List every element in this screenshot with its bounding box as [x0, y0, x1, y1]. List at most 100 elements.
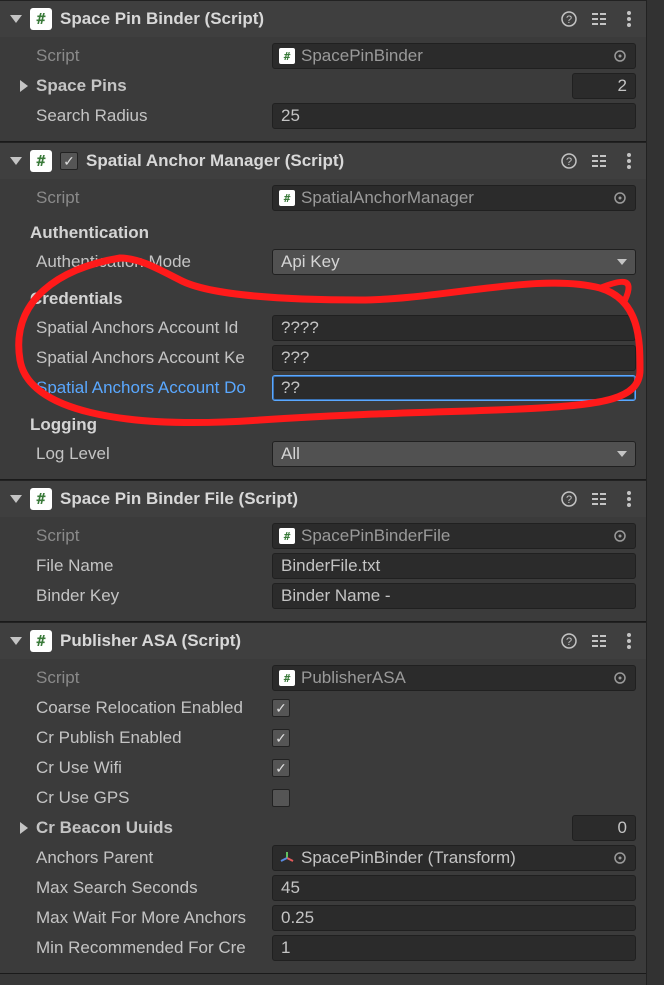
- object-picker-icon[interactable]: [611, 527, 629, 545]
- component-enable-checkbox[interactable]: [60, 152, 78, 170]
- scrollbar-gutter[interactable]: [646, 0, 664, 985]
- transform-icon: [279, 850, 295, 866]
- space-pins-count-field[interactable]: 2: [572, 73, 636, 99]
- help-icon[interactable]: ?: [560, 632, 578, 650]
- foldout-icon[interactable]: [10, 157, 22, 165]
- script-label: Script: [36, 526, 272, 546]
- svg-text:?: ?: [566, 494, 572, 506]
- account-domain-field[interactable]: ??: [272, 375, 636, 401]
- script-label: Script: [36, 668, 272, 688]
- preset-icon[interactable]: [590, 152, 608, 170]
- script-object-value: SpacePinBinderFile: [301, 526, 605, 546]
- min-recommended-field[interactable]: 1: [272, 935, 636, 961]
- auth-mode-label: Authentication Mode: [36, 252, 272, 272]
- csharp-script-icon: #: [30, 150, 52, 172]
- max-search-seconds-field[interactable]: 45: [272, 875, 636, 901]
- search-radius-field[interactable]: 25: [272, 103, 636, 129]
- coarse-relocation-checkbox[interactable]: [272, 699, 290, 717]
- cr-publish-checkbox[interactable]: [272, 729, 290, 747]
- account-key-field[interactable]: ???: [272, 345, 636, 371]
- csharp-script-icon: #: [279, 190, 295, 206]
- help-icon[interactable]: ?: [560, 490, 578, 508]
- binder-key-field[interactable]: Binder Name -: [272, 583, 636, 609]
- binder-key-label: Binder Key: [36, 586, 272, 606]
- cr-use-gps-checkbox[interactable]: [272, 789, 290, 807]
- cr-use-gps-label: Cr Use GPS: [36, 788, 272, 808]
- account-key-label: Spatial Anchors Account Ke: [36, 348, 272, 368]
- search-radius-label: Search Radius: [36, 106, 272, 126]
- csharp-script-icon: #: [30, 488, 52, 510]
- kebab-menu-icon[interactable]: [620, 632, 638, 650]
- cr-beacon-uuids-count-field[interactable]: 0: [572, 815, 636, 841]
- preset-icon[interactable]: [590, 490, 608, 508]
- foldout-icon[interactable]: [20, 80, 28, 92]
- script-object-value: PublisherASA: [301, 668, 605, 688]
- script-object-field[interactable]: # SpacePinBinder: [272, 43, 636, 69]
- component-title: Publisher ASA (Script): [60, 631, 552, 651]
- account-id-label: Spatial Anchors Account Id: [36, 318, 272, 338]
- component-header[interactable]: # Space Pin Binder (Script) ?: [0, 1, 646, 37]
- object-picker-icon[interactable]: [611, 669, 629, 687]
- csharp-script-icon: #: [30, 630, 52, 652]
- anchors-parent-value: SpacePinBinder (Transform): [301, 848, 605, 868]
- log-level-dropdown[interactable]: All: [272, 441, 636, 467]
- csharp-script-icon: #: [279, 670, 295, 686]
- component-title: Space Pin Binder File (Script): [60, 489, 552, 509]
- component-header[interactable]: # Space Pin Binder File (Script) ?: [0, 481, 646, 517]
- foldout-icon[interactable]: [10, 637, 22, 645]
- account-domain-label: Spatial Anchors Account Do: [36, 378, 272, 398]
- component-spatial-anchor-manager: # Spatial Anchor Manager (Script) ? Scri…: [0, 142, 646, 480]
- help-icon[interactable]: ?: [560, 152, 578, 170]
- account-id-field[interactable]: ????: [272, 315, 636, 341]
- csharp-script-icon: #: [279, 48, 295, 64]
- cr-use-wifi-checkbox[interactable]: [272, 759, 290, 777]
- authentication-header: Authentication: [10, 219, 636, 247]
- svg-text:?: ?: [566, 14, 572, 26]
- preset-icon[interactable]: [590, 10, 608, 28]
- foldout-icon[interactable]: [10, 15, 22, 23]
- max-wait-label: Max Wait For More Anchors: [36, 908, 272, 928]
- anchors-parent-field[interactable]: SpacePinBinder (Transform): [272, 845, 636, 871]
- script-object-field[interactable]: # PublisherASA: [272, 665, 636, 691]
- foldout-icon[interactable]: [20, 822, 28, 834]
- component-title: Spatial Anchor Manager (Script): [86, 151, 552, 171]
- object-picker-icon[interactable]: [611, 189, 629, 207]
- script-label: Script: [36, 46, 272, 66]
- csharp-script-icon: #: [279, 528, 295, 544]
- kebab-menu-icon[interactable]: [620, 10, 638, 28]
- help-icon[interactable]: ?: [560, 10, 578, 28]
- space-pins-label: Space Pins: [36, 76, 272, 96]
- cr-use-wifi-label: Cr Use Wifi: [36, 758, 272, 778]
- cr-beacon-uuids-label: Cr Beacon Uuids: [36, 818, 272, 838]
- preset-icon[interactable]: [590, 632, 608, 650]
- cr-publish-label: Cr Publish Enabled: [36, 728, 272, 748]
- object-picker-icon[interactable]: [611, 47, 629, 65]
- log-level-value: All: [281, 444, 300, 464]
- script-object-value: SpatialAnchorManager: [301, 188, 605, 208]
- chevron-down-icon: [617, 259, 627, 265]
- kebab-menu-icon[interactable]: [620, 152, 638, 170]
- auth-mode-dropdown[interactable]: Api Key: [272, 249, 636, 275]
- coarse-relocation-label: Coarse Relocation Enabled: [36, 698, 272, 718]
- chevron-down-icon: [617, 451, 627, 457]
- max-wait-field[interactable]: 0.25: [272, 905, 636, 931]
- foldout-icon[interactable]: [10, 495, 22, 503]
- auth-mode-value: Api Key: [281, 252, 340, 272]
- component-title: Space Pin Binder (Script): [60, 9, 552, 29]
- script-object-value: SpacePinBinder: [301, 46, 605, 66]
- component-space-pin-binder-file: # Space Pin Binder File (Script) ? Scrip…: [0, 480, 646, 622]
- logging-header: Logging: [10, 411, 636, 439]
- component-header[interactable]: # Publisher ASA (Script) ?: [0, 623, 646, 659]
- script-object-field[interactable]: # SpacePinBinderFile: [272, 523, 636, 549]
- kebab-menu-icon[interactable]: [620, 490, 638, 508]
- csharp-script-icon: #: [30, 8, 52, 30]
- file-name-field[interactable]: BinderFile.txt: [272, 553, 636, 579]
- script-label: Script: [36, 188, 272, 208]
- credentials-header: Credentials: [10, 285, 636, 313]
- component-space-pin-binder: # Space Pin Binder (Script) ? Script # S…: [0, 0, 646, 142]
- script-object-field[interactable]: # SpatialAnchorManager: [272, 185, 636, 211]
- object-picker-icon[interactable]: [611, 849, 629, 867]
- max-search-seconds-label: Max Search Seconds: [36, 878, 272, 898]
- component-header[interactable]: # Spatial Anchor Manager (Script) ?: [0, 143, 646, 179]
- anchors-parent-label: Anchors Parent: [36, 848, 272, 868]
